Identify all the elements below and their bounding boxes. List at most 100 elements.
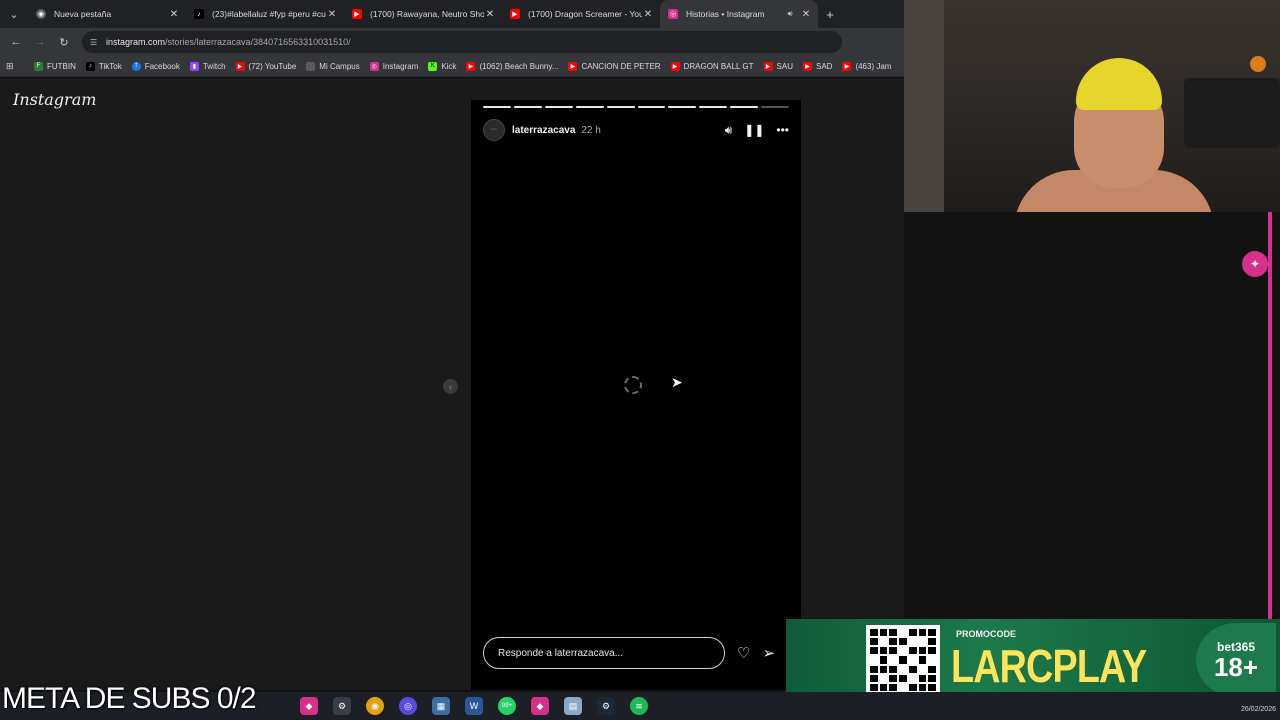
- bookmark-sau[interactable]: ▶ SAU: [763, 61, 793, 71]
- apps-grid-icon[interactable]: ⊞: [6, 61, 24, 72]
- chrome-icon[interactable]: ◉: [366, 697, 384, 715]
- screen: ⌄ ◉ Nueva pestaña ✕ ♪ (23)#labellaluz #f…: [0, 0, 1280, 720]
- avatar[interactable]: ◦◦◦: [483, 119, 505, 141]
- qr-cell: [870, 656, 878, 664]
- bookmark-jam[interactable]: ▶ (463) Jam: [842, 61, 891, 71]
- instagram-page: Instagram ‹ ◦◦◦ laterrazacava 22 h 🔊︎ ❚❚…: [0, 78, 904, 690]
- volume-icon[interactable]: 🔊︎: [725, 123, 733, 138]
- story-viewer[interactable]: ◦◦◦ laterrazacava 22 h 🔊︎ ❚❚ ••• ➤: [471, 100, 801, 690]
- story-reply-row: Responde a laterrazacava... ♡ ➢: [471, 636, 801, 670]
- kick-icon: K: [428, 61, 438, 71]
- bet365-badge: bet365 18+: [1196, 623, 1276, 697]
- close-icon[interactable]: ✕: [168, 9, 180, 20]
- story-username[interactable]: laterrazacava: [512, 125, 575, 136]
- bookmark-label: (72) YouTube: [248, 61, 297, 71]
- instagram-icon: ◎: [668, 9, 678, 19]
- story-header: ◦◦◦ laterrazacava 22 h 🔊︎ ❚❚ •••: [483, 118, 789, 142]
- bookmark-dragon-ball-gt[interactable]: ▶ DRAGON BALL GT: [670, 61, 754, 71]
- app-icon[interactable]: ◆: [300, 697, 318, 715]
- reply-input[interactable]: Responde a laterrazacava...: [483, 637, 725, 669]
- qr-cell: [918, 647, 927, 655]
- previous-story-button[interactable]: ‹: [443, 379, 458, 394]
- tab-search-icon[interactable]: ⌄: [0, 0, 28, 28]
- campus-icon: [306, 61, 316, 71]
- forward-icon[interactable]: →: [28, 30, 52, 54]
- tab-tiktok[interactable]: ♪ (23)#labellaluz #fyp #peru #cu ✕: [186, 0, 344, 28]
- qr-cell: [928, 656, 936, 664]
- close-icon[interactable]: ✕: [326, 9, 338, 20]
- browser-icon[interactable]: ◎: [399, 697, 417, 715]
- heart-icon[interactable]: ♡: [737, 644, 750, 662]
- bookmark-cancion-de-peter[interactable]: ▶ CANCION DE PETER: [568, 61, 661, 71]
- tab-title: (1700) Dragon Screamer - YouT: [528, 9, 642, 19]
- new-tab-button[interactable]: +: [818, 7, 842, 22]
- address-toolbar: ← → ↻ ☰ instagram.com/stories/laterrazac…: [0, 28, 904, 56]
- close-icon[interactable]: ✕: [484, 9, 496, 20]
- whatsapp-icon[interactable]: 99+: [498, 697, 516, 715]
- chrome-icon: ◉: [36, 9, 46, 19]
- url-host: instagram.com: [106, 37, 166, 47]
- twitch-icon: ▮: [189, 61, 199, 71]
- tab-youtube-dragon[interactable]: ▶ (1700) Dragon Screamer - YouT ✕: [502, 0, 660, 28]
- word-icon[interactable]: W: [465, 697, 483, 715]
- send-icon[interactable]: ➢: [762, 644, 775, 662]
- bookmark-label: SAU: [776, 61, 793, 71]
- bookmark-instagram[interactable]: ◎ Instagram: [369, 61, 418, 71]
- bookmark-facebook[interactable]: f Facebook: [131, 61, 180, 71]
- qr-cell: [899, 665, 907, 673]
- qr-cell: [899, 683, 907, 691]
- close-icon[interactable]: ✕: [800, 9, 812, 20]
- pink-app-icon[interactable]: ◆: [531, 697, 549, 715]
- bookmark-sad[interactable]: ▶ SAD: [802, 61, 832, 71]
- bookmark-twitch[interactable]: ▮ Twitch: [189, 61, 226, 71]
- bookmark-beach-bunny[interactable]: ▶ (1062) Beach Bunny...: [466, 61, 558, 71]
- url-path: /stories/laterrazacava/38407165633100315…: [165, 37, 351, 47]
- close-icon[interactable]: ✕: [642, 9, 654, 20]
- youtube-icon: ▶: [352, 9, 362, 19]
- futbin-icon: F: [34, 61, 43, 71]
- qr-cell: [908, 665, 917, 673]
- bookmark-futbin[interactable]: F FUTBIN: [34, 61, 76, 71]
- bookmark-mi-campus[interactable]: Mi Campus: [306, 61, 360, 71]
- progress-segment: [513, 106, 542, 108]
- loading-spinner-icon: [624, 376, 642, 394]
- extension-widget-icon[interactable]: ✦: [1242, 251, 1268, 277]
- tab-instagram[interactable]: ◎ Historias • Instagram 🔊︎ ✕: [660, 0, 818, 28]
- bookmark-label: Mi Campus: [319, 61, 360, 71]
- back-icon[interactable]: ←: [4, 30, 28, 54]
- progress-segment: [575, 106, 604, 108]
- qr-cell: [870, 674, 878, 682]
- qr-cell: [918, 683, 927, 691]
- address-bar[interactable]: ☰ instagram.com/stories/laterrazacava/38…: [82, 31, 842, 53]
- qr-cell: [928, 629, 936, 637]
- tab-youtube-rawayana[interactable]: ▶ (1700) Rawayana, Neutro Short ✕: [344, 0, 502, 28]
- more-options-icon[interactable]: •••: [776, 123, 789, 137]
- bookmark-tiktok[interactable]: ♪ TikTok: [85, 61, 122, 71]
- spotify-icon[interactable]: ≋: [630, 697, 648, 715]
- webcam-wall: [904, 0, 944, 212]
- qr-cell: [889, 647, 898, 655]
- side-accent-line: [1268, 212, 1272, 632]
- bookmark-youtube[interactable]: ▶ (72) YouTube: [235, 61, 297, 71]
- instagram-logo[interactable]: Instagram: [13, 90, 96, 109]
- progress-segment: [637, 106, 666, 108]
- bookmark-kick[interactable]: K Kick: [428, 61, 457, 71]
- tab-title: (23)#labellaluz #fyp #peru #cu: [212, 9, 326, 19]
- qr-cell: [889, 665, 898, 673]
- speaker-icon[interactable]: 🔊︎: [784, 9, 796, 19]
- notes-icon[interactable]: ▤: [564, 697, 582, 715]
- bookmark-label: Kick: [441, 61, 457, 71]
- qr-cell: [928, 665, 936, 673]
- tab-nueva-pestana[interactable]: ◉ Nueva pestaña ✕: [28, 0, 186, 28]
- taskbar-date: 26/02/2026: [1240, 706, 1276, 713]
- qr-cell: [879, 629, 888, 637]
- qr-cell: [918, 665, 927, 673]
- steam-icon[interactable]: ⚙: [597, 697, 615, 715]
- pause-icon[interactable]: ❚❚: [744, 123, 764, 137]
- calculator-icon[interactable]: ▦: [432, 697, 450, 715]
- settings-icon[interactable]: ⚙: [333, 697, 351, 715]
- reload-icon[interactable]: ↻: [52, 30, 76, 54]
- site-info-icon[interactable]: ☰: [90, 38, 100, 47]
- qr-cell: [908, 674, 917, 682]
- qr-cell: [870, 647, 878, 655]
